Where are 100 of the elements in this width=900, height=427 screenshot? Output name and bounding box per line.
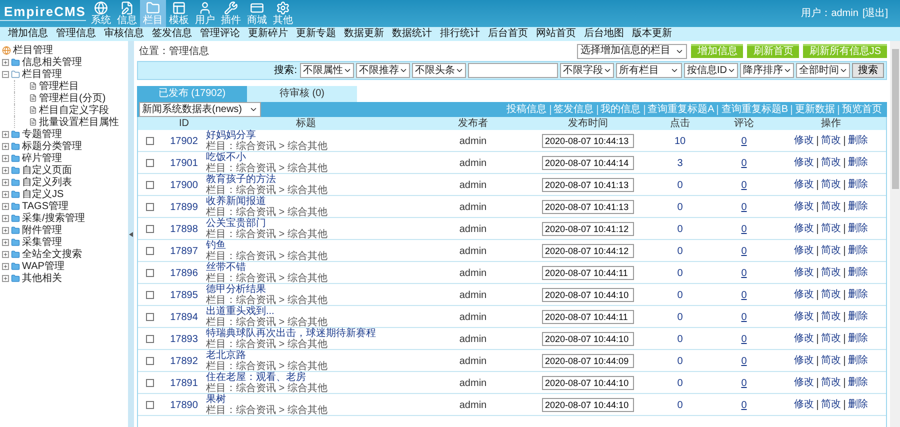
action-link[interactable]: 删除 bbox=[844, 356, 871, 366]
tree-item[interactable]: 自定义页面 bbox=[2, 164, 128, 176]
date-field[interactable]: 2020-08-07 10:41:13 bbox=[542, 200, 634, 214]
scroll-thumb[interactable] bbox=[892, 49, 898, 189]
title-link[interactable]: 特瑞典球队再次出击，球迷期待新赛程 bbox=[206, 328, 418, 339]
action-link[interactable]: 简改 bbox=[817, 356, 844, 366]
action-link[interactable]: 简改 bbox=[817, 136, 844, 146]
title-link[interactable]: 钓鱼 bbox=[206, 240, 418, 251]
comments-link[interactable]: 0 bbox=[712, 244, 776, 258]
comments-link[interactable]: 0 bbox=[712, 178, 776, 192]
row-checkbox[interactable] bbox=[146, 247, 154, 255]
comments-link[interactable]: 0 bbox=[712, 200, 776, 214]
menu-link[interactable]: 增加信息 bbox=[8, 29, 48, 39]
row-checkbox[interactable] bbox=[146, 357, 154, 365]
action-link[interactable]: 简改 bbox=[817, 158, 844, 168]
menu-link[interactable]: 审核信息 bbox=[104, 29, 144, 39]
title-link[interactable]: 教育孩子的方法 bbox=[206, 174, 418, 185]
title-link[interactable]: 公关宝贵部门 bbox=[206, 218, 418, 229]
date-field[interactable]: 2020-08-07 10:41:13 bbox=[542, 178, 634, 192]
id-link[interactable]: 17890 bbox=[162, 398, 206, 412]
action-link[interactable]: 修改 bbox=[791, 158, 817, 168]
action-link[interactable]: 简改 bbox=[817, 400, 844, 410]
action-link[interactable]: 删除 bbox=[844, 246, 871, 256]
date-field[interactable]: 2020-08-07 10:44:10 bbox=[542, 332, 634, 346]
row-checkbox[interactable] bbox=[146, 181, 154, 189]
menu-link[interactable]: 管理评论 bbox=[200, 29, 240, 39]
action-link[interactable]: 修改 bbox=[791, 136, 817, 146]
tree-item[interactable]: 碎片管理 bbox=[2, 152, 128, 164]
action-link[interactable]: 删除 bbox=[844, 290, 871, 300]
action-link[interactable]: 简改 bbox=[817, 246, 844, 256]
id-link[interactable]: 17894 bbox=[162, 310, 206, 324]
title-link[interactable]: 住在老屋：观看、老房 bbox=[206, 372, 418, 383]
id-link[interactable]: 17895 bbox=[162, 288, 206, 302]
id-link[interactable]: 17897 bbox=[162, 244, 206, 258]
row-checkbox[interactable] bbox=[146, 137, 154, 145]
tree-item[interactable]: 全站全文搜索 bbox=[2, 248, 128, 260]
row-checkbox[interactable] bbox=[146, 269, 154, 277]
action-link[interactable]: 删除 bbox=[844, 334, 871, 344]
action-link[interactable]: 删除 bbox=[844, 312, 871, 322]
tree-item[interactable]: 自定义列表 bbox=[2, 176, 128, 188]
date-field[interactable]: 2020-08-07 10:44:11 bbox=[542, 266, 634, 280]
action-link[interactable]: 删除 bbox=[844, 400, 871, 410]
row-checkbox[interactable] bbox=[146, 335, 154, 343]
action-link[interactable]: 简改 bbox=[817, 312, 844, 322]
row-checkbox[interactable] bbox=[146, 225, 154, 233]
comments-link[interactable]: 0 bbox=[712, 222, 776, 236]
id-link[interactable]: 17899 bbox=[162, 200, 206, 214]
tree-item[interactable]: 自定义JS bbox=[2, 188, 128, 200]
dropdown[interactable]: 新闻系统数据表(news) bbox=[139, 102, 261, 117]
search-field[interactable] bbox=[468, 63, 558, 78]
row-checkbox[interactable] bbox=[146, 203, 154, 211]
action-link[interactable]: 修改 bbox=[791, 400, 817, 410]
action-link[interactable]: 简改 bbox=[817, 202, 844, 212]
title-link[interactable]: 丝带不错 bbox=[206, 262, 418, 273]
id-link[interactable]: 17902 bbox=[162, 134, 206, 148]
menu-link[interactable]: 后台首页 bbox=[488, 29, 528, 39]
date-field[interactable]: 2020-08-07 10:44:10 bbox=[542, 288, 634, 302]
id-link[interactable]: 17892 bbox=[162, 354, 206, 368]
date-field[interactable]: 2020-08-07 10:44:10 bbox=[542, 398, 634, 412]
action-link[interactable]: 修改 bbox=[791, 312, 817, 322]
dropdown[interactable]: 按信息ID bbox=[684, 63, 738, 78]
id-link[interactable]: 17901 bbox=[162, 156, 206, 170]
tab[interactable]: 待审核 (0) bbox=[247, 86, 357, 102]
date-field[interactable]: 2020-08-07 10:44:09 bbox=[542, 354, 634, 368]
action-link[interactable]: 删除 bbox=[844, 378, 871, 388]
tree-item[interactable]: 采集/搜索管理 bbox=[2, 212, 128, 224]
row-checkbox[interactable] bbox=[146, 313, 154, 321]
title-link[interactable]: 老北京路 bbox=[206, 350, 418, 361]
action-link[interactable]: 删除 bbox=[844, 180, 871, 190]
action-link[interactable]: 修改 bbox=[791, 180, 817, 190]
menu-link[interactable]: 排行统计 bbox=[440, 29, 480, 39]
comments-link[interactable]: 0 bbox=[712, 134, 776, 148]
tree-item[interactable]: 附件管理 bbox=[2, 224, 128, 236]
dropdown[interactable]: 不限字段 bbox=[560, 63, 614, 78]
action-link[interactable]: 删除 bbox=[844, 268, 871, 278]
dropdown[interactable]: 不限推荐 bbox=[356, 63, 410, 78]
action-link[interactable]: 修改 bbox=[791, 268, 817, 278]
action-link[interactable]: 简改 bbox=[817, 180, 844, 190]
action-link[interactable]: 简改 bbox=[817, 290, 844, 300]
date-field[interactable]: 2020-08-07 10:44:14 bbox=[542, 156, 634, 170]
date-field[interactable]: 2020-08-07 10:44:13 bbox=[542, 134, 634, 148]
title-link[interactable]: 吃饭不小 bbox=[206, 152, 418, 163]
id-link[interactable]: 17900 bbox=[162, 178, 206, 192]
menu-link[interactable]: 更新碎片 bbox=[248, 29, 288, 39]
dropdown[interactable]: 所有栏目 bbox=[616, 63, 682, 78]
action-link[interactable]: 删除 bbox=[844, 158, 871, 168]
date-field[interactable]: 2020-08-07 10:44:12 bbox=[542, 244, 634, 258]
action-link[interactable]: 修改 bbox=[791, 356, 817, 366]
tree-item[interactable]: 信息相关管理 bbox=[2, 56, 128, 68]
menu-link[interactable]: 签发信息 bbox=[152, 29, 192, 39]
tree-item[interactable]: 采集管理 bbox=[2, 236, 128, 248]
action-link[interactable]: 简改 bbox=[817, 224, 844, 234]
row-checkbox[interactable] bbox=[146, 159, 154, 167]
action-link[interactable]: 修改 bbox=[791, 224, 817, 234]
dropdown[interactable]: 降序排序 bbox=[740, 63, 794, 78]
menu-link[interactable]: 更新专题 bbox=[296, 29, 336, 39]
menu-link[interactable]: 数据统计 bbox=[392, 29, 432, 39]
action-link[interactable]: 修改 bbox=[791, 246, 817, 256]
dropdown[interactable]: 选择增加信息的栏目 bbox=[577, 44, 688, 58]
row-checkbox[interactable] bbox=[146, 291, 154, 299]
